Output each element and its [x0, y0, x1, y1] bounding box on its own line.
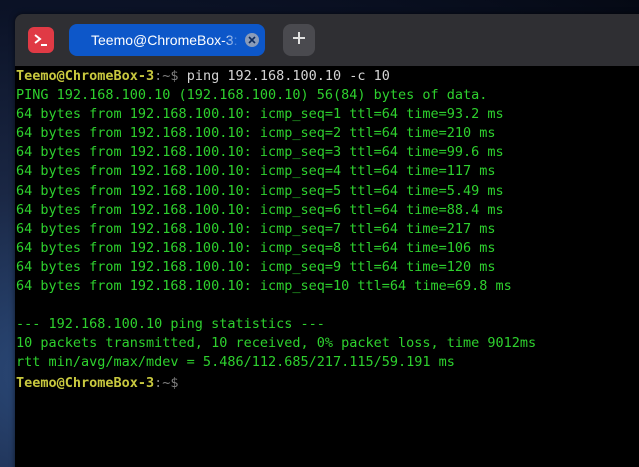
output-line: 64 bytes from 192.168.100.10: icmp_seq=5… [16, 182, 504, 199]
output-line: 64 bytes from 192.168.100.10: icmp_seq=3… [16, 144, 504, 161]
output-line: 10 packets transmitted, 10 received, 0% … [16, 335, 537, 352]
terminal-output[interactable]: Teemo@ChromeBox-3:~$ ping 192.168.100.10… [15, 66, 639, 467]
tab-title-fade [223, 24, 241, 56]
prompt-user: Teemo@ChromeBox-3 [16, 68, 155, 84]
output-line: PING 192.168.100.10 (192.168.100.10) 56(… [16, 87, 488, 104]
plus-icon [292, 31, 306, 50]
output-line: 64 bytes from 192.168.100.10: icmp_seq=6… [16, 201, 504, 218]
text-cursor [187, 373, 188, 387]
output-line: 64 bytes from 192.168.100.10: icmp_seq=9… [16, 258, 496, 275]
output-line: 64 bytes from 192.168.100.10: icmp_seq=1… [16, 106, 504, 123]
desktop-background: Teemo@ChromeBox-3: ~ Teemo@ChromeBox-3:~… [0, 0, 639, 467]
prompt-user: Teemo@ChromeBox-3 [16, 374, 155, 391]
command-text: ping 192.168.100.10 -c 10 [186, 68, 390, 84]
title-bar: Teemo@ChromeBox-3: ~ [15, 14, 639, 66]
tab-terminal[interactable]: Teemo@ChromeBox-3: ~ [69, 24, 265, 56]
output-line: rtt min/avg/max/mdev = 5.486/112.685/217… [16, 354, 455, 371]
prompt-line: Teemo@ChromeBox-3:~$ [16, 373, 639, 392]
prompt-path: :~$ [154, 374, 187, 391]
output-line: --- 192.168.100.10 ping statistics --- [16, 316, 325, 333]
output-line: 64 bytes from 192.168.100.10: icmp_seq=7… [16, 220, 496, 237]
output-line: 64 bytes from 192.168.100.10: icmp_seq=8… [16, 239, 496, 256]
output-line: 64 bytes from 192.168.100.10: icmp_seq=4… [16, 163, 496, 180]
output-line: 64 bytes from 192.168.100.10: icmp_seq=2… [16, 125, 496, 142]
terminal-icon[interactable] [28, 27, 54, 53]
prompt-path: :~$ [154, 68, 187, 84]
output-line: 64 bytes from 192.168.100.10: icmp_seq=1… [16, 278, 512, 295]
new-tab-button[interactable] [283, 24, 315, 56]
tab-title: Teemo@ChromeBox-3: ~ [91, 32, 239, 48]
prompt-line: Teemo@ChromeBox-3:~$ ping 192.168.100.10… [16, 67, 639, 86]
terminal-window: Teemo@ChromeBox-3: ~ Teemo@ChromeBox-3:~… [15, 14, 639, 467]
close-icon[interactable] [245, 33, 259, 47]
